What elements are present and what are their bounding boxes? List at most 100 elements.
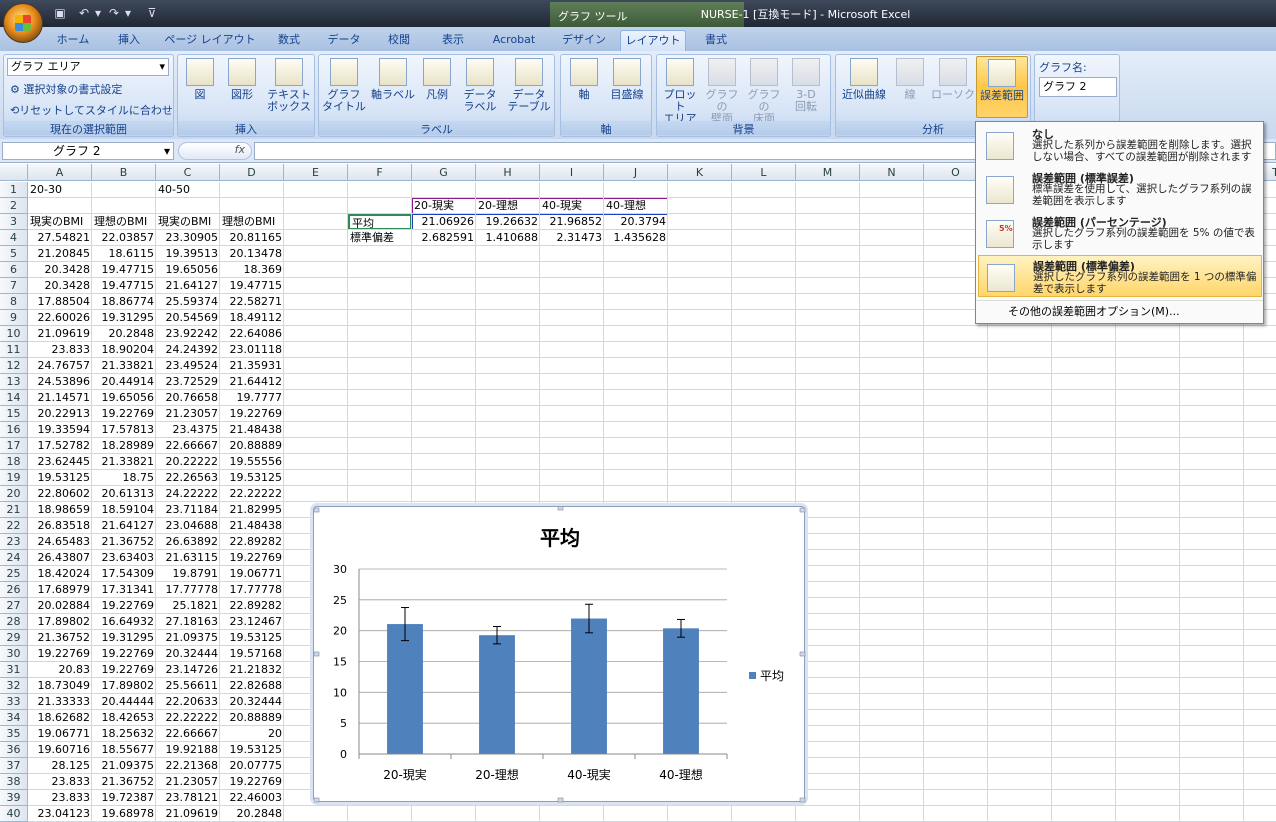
cell[interactable]: 18.42024: [28, 566, 92, 582]
row-header[interactable]: 12: [0, 358, 28, 374]
row-header[interactable]: 33: [0, 694, 28, 710]
row-header[interactable]: 32: [0, 678, 28, 694]
cell[interactable]: 17.31341: [92, 582, 156, 598]
cell[interactable]: 18.59104: [92, 502, 156, 518]
cell[interactable]: 40-50: [156, 182, 220, 198]
row-header[interactable]: 16: [0, 422, 28, 438]
cell[interactable]: 19.60716: [28, 742, 92, 758]
tab-format[interactable]: 書式: [696, 30, 736, 51]
shapes-button[interactable]: 図形: [224, 58, 260, 101]
cell[interactable]: 21.48438: [220, 422, 284, 438]
row-header[interactable]: 30: [0, 646, 28, 662]
cell[interactable]: 18.55677: [92, 742, 156, 758]
tab-design[interactable]: デザイン: [556, 30, 612, 51]
cell[interactable]: 20.3428: [28, 278, 92, 294]
cell[interactable]: 21.48438: [220, 518, 284, 534]
cell[interactable]: 23.04688: [156, 518, 220, 534]
cell[interactable]: 21.14571: [28, 390, 92, 406]
row-header[interactable]: 9: [0, 310, 28, 326]
cell[interactable]: 18.86774: [92, 294, 156, 310]
cell[interactable]: 26.43807: [28, 550, 92, 566]
cell[interactable]: 18.49112: [220, 310, 284, 326]
axis-titles-button[interactable]: 軸ラベル: [369, 58, 417, 101]
cell[interactable]: 27.54821: [28, 230, 92, 246]
column-header[interactable]: M: [796, 164, 860, 181]
cell[interactable]: 18.6115: [92, 246, 156, 262]
cell[interactable]: 23.49524: [156, 358, 220, 374]
row-header[interactable]: 7: [0, 278, 28, 294]
cell[interactable]: 21.33821: [92, 358, 156, 374]
row-header[interactable]: 39: [0, 790, 28, 806]
cell[interactable]: 22.80602: [28, 486, 92, 502]
cell[interactable]: 23.92242: [156, 326, 220, 342]
cell[interactable]: 22.82688: [220, 678, 284, 694]
tab-layout[interactable]: レイアウト: [620, 30, 686, 51]
cell[interactable]: 21.23057: [156, 406, 220, 422]
cell[interactable]: 21.09619: [28, 326, 92, 342]
cell[interactable]: 19.06771: [28, 726, 92, 742]
cell[interactable]: 19.68978: [92, 806, 156, 822]
cell[interactable]: 17.88504: [28, 294, 92, 310]
cell[interactable]: 22.66667: [156, 438, 220, 454]
cell[interactable]: 20.2848: [220, 806, 284, 822]
tab-review[interactable]: 校閲: [378, 30, 420, 51]
cell[interactable]: 23.63403: [92, 550, 156, 566]
cell[interactable]: 19.22769: [220, 406, 284, 422]
cell[interactable]: 18.98659: [28, 502, 92, 518]
cell[interactable]: 18.75: [92, 470, 156, 486]
cell[interactable]: 20.07775: [220, 758, 284, 774]
cell[interactable]: 22.58271: [220, 294, 284, 310]
cell[interactable]: 20.32444: [220, 694, 284, 710]
cell[interactable]: 19.22769: [220, 550, 284, 566]
cell[interactable]: 27.18163: [156, 614, 220, 630]
cell[interactable]: 18.62682: [28, 710, 92, 726]
cell[interactable]: 21.64127: [156, 278, 220, 294]
row-header[interactable]: 22: [0, 518, 28, 534]
cell[interactable]: 23.72529: [156, 374, 220, 390]
cell[interactable]: 19.39513: [156, 246, 220, 262]
cell[interactable]: 20.54569: [156, 310, 220, 326]
cell[interactable]: 17.89802: [92, 678, 156, 694]
cell[interactable]: 24.24392: [156, 342, 220, 358]
more-error-bar-options[interactable]: その他の誤差範囲オプション(M)...: [1008, 303, 1258, 321]
cell[interactable]: 21.35931: [220, 358, 284, 374]
row-header[interactable]: 21: [0, 502, 28, 518]
cell[interactable]: 26.83518: [28, 518, 92, 534]
row-header[interactable]: 2: [0, 198, 28, 214]
cell[interactable]: 21.36752: [92, 534, 156, 550]
row-header[interactable]: 36: [0, 742, 28, 758]
column-header[interactable]: B: [92, 164, 156, 181]
cell[interactable]: 22.21368: [156, 758, 220, 774]
cell[interactable]: 26.63892: [156, 534, 220, 550]
row-header[interactable]: 31: [0, 662, 28, 678]
cell[interactable]: 25.59374: [156, 294, 220, 310]
row-header[interactable]: 20: [0, 486, 28, 502]
column-header[interactable]: H: [476, 164, 540, 181]
row-header[interactable]: 25: [0, 566, 28, 582]
cell[interactable]: 19.57168: [220, 646, 284, 662]
row-header[interactable]: 17: [0, 438, 28, 454]
insert-function-button[interactable]: fx: [178, 142, 252, 160]
tab-home[interactable]: ホーム: [52, 30, 94, 51]
cell[interactable]: 16.64932: [92, 614, 156, 630]
cell[interactable]: 19.53125: [220, 630, 284, 646]
cell[interactable]: 標準偏差: [348, 230, 412, 246]
cell[interactable]: 20.81165: [220, 230, 284, 246]
cell[interactable]: 22.22222: [220, 486, 284, 502]
cell[interactable]: 1.410688: [476, 230, 540, 246]
cell[interactable]: 18.90204: [92, 342, 156, 358]
row-header[interactable]: 13: [0, 374, 28, 390]
cell[interactable]: 23.30905: [156, 230, 220, 246]
cell[interactable]: 23.04123: [28, 806, 92, 822]
cell[interactable]: 21.82995: [220, 502, 284, 518]
column-header[interactable]: G: [412, 164, 476, 181]
cell[interactable]: 21.64127: [92, 518, 156, 534]
format-selection-button[interactable]: ⚙ 選択対象の書式設定: [10, 81, 122, 97]
chart-object[interactable]: 平均 0 5 10 15 20 25 30 20-現実 20-理想 40-現実 40-理想 平均: [313, 505, 806, 803]
cell[interactable]: 現実のBMI: [156, 214, 220, 230]
cell[interactable]: 19.65056: [92, 390, 156, 406]
menu-item-standard-error[interactable]: 誤差範囲 (標準誤差) 標準誤差を使用して、選択したグラフ系列の誤差範囲を表示し…: [978, 168, 1262, 210]
textbox-button[interactable]: テキスト ボックス: [264, 58, 314, 113]
row-header[interactable]: 34: [0, 710, 28, 726]
cell[interactable]: 24.76757: [28, 358, 92, 374]
